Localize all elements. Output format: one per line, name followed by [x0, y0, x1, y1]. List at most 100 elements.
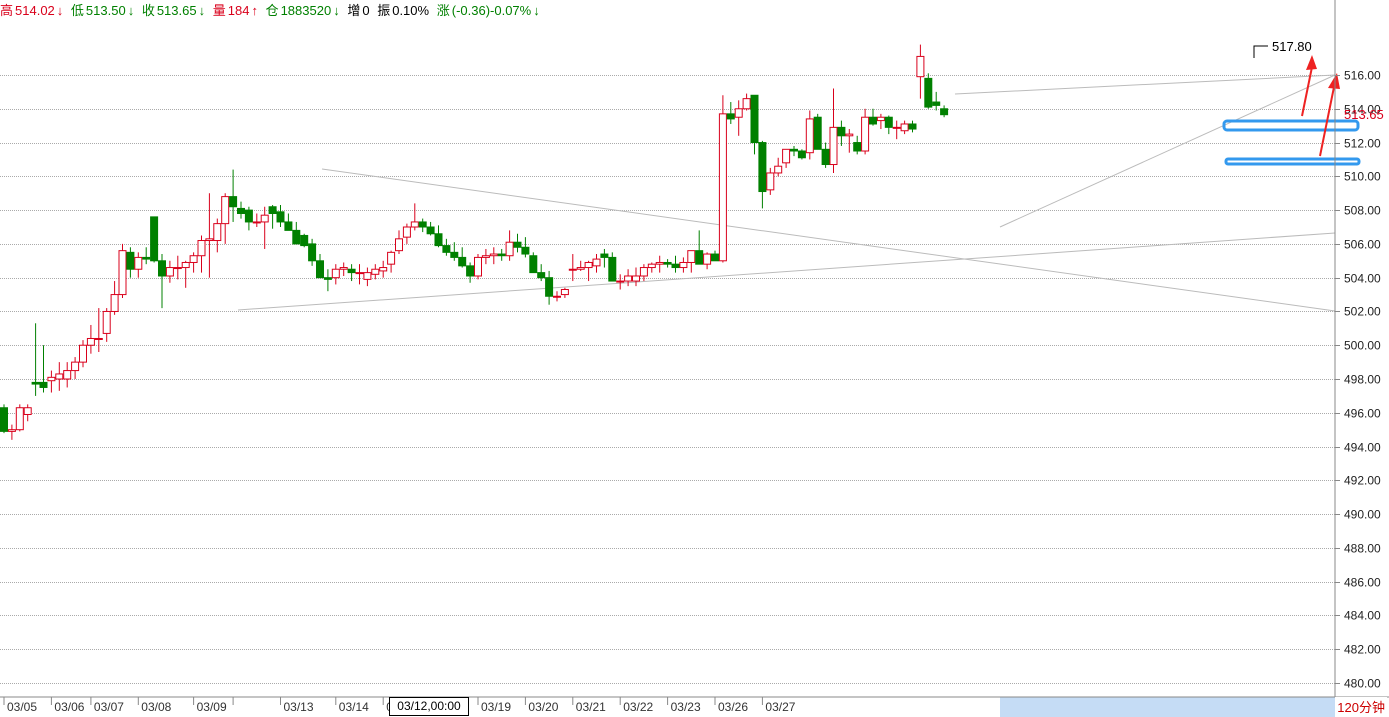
- candle-body: [750, 94, 759, 144]
- candle-body: [576, 267, 585, 270]
- candle: [308, 238, 317, 266]
- candle: [63, 362, 72, 388]
- candle: [845, 129, 854, 153]
- candle-body: [197, 240, 206, 257]
- y-tick-label: 490.00: [1344, 508, 1381, 522]
- candle-body: [347, 268, 356, 274]
- grid-lines: [0, 75, 1335, 684]
- period-label[interactable]: 120分钟: [1335, 697, 1387, 716]
- candle: [118, 243, 127, 298]
- y-tick-label: 482.00: [1344, 643, 1381, 657]
- candle-body: [387, 251, 396, 265]
- candle-body: [450, 251, 459, 258]
- candle-body: [663, 261, 672, 265]
- cursor-date-label: 03/12,00:00: [389, 697, 469, 716]
- candle-body: [395, 238, 403, 252]
- candle: [213, 218, 222, 253]
- close-info: 收 513.65 ↓: [141, 3, 206, 18]
- candle: [600, 248, 609, 268]
- candle: [126, 247, 135, 278]
- candle: [434, 225, 443, 248]
- candle-body: [624, 275, 633, 282]
- candle-body: [150, 216, 159, 262]
- candle-body: [126, 251, 135, 270]
- candle: [244, 206, 253, 231]
- candle-body: [308, 243, 317, 262]
- candle: [679, 257, 688, 273]
- candle-body: [671, 263, 680, 269]
- candle-body: [63, 370, 72, 380]
- candle-body: [505, 241, 514, 257]
- candle: [876, 113, 885, 130]
- date-axis: 03/0503/0603/0703/0803/0903/1303/1403/15…: [0, 696, 1389, 717]
- y-tick-label: 488.00: [1344, 542, 1381, 556]
- candle-body: [916, 55, 925, 78]
- candle: [379, 260, 388, 278]
- candle-body: [813, 116, 822, 150]
- candle: [237, 201, 245, 219]
- candle-body: [165, 267, 174, 277]
- candle-body: [616, 280, 625, 283]
- candle: [742, 93, 751, 111]
- candle-body: [102, 310, 111, 334]
- candle: [758, 140, 767, 209]
- candle: [181, 260, 190, 288]
- candle: [805, 110, 814, 160]
- candle-body: [323, 277, 332, 280]
- candle: [355, 264, 364, 285]
- candle-body: [173, 267, 182, 270]
- candles: [0, 44, 949, 440]
- candle: [695, 230, 704, 265]
- trend-lines: [237, 74, 1336, 312]
- y-tick-label: 508.00: [1344, 204, 1381, 218]
- candle: [442, 238, 451, 256]
- candle: [861, 108, 870, 155]
- x-tick-label: 03/05: [7, 700, 37, 714]
- candle-body: [711, 253, 719, 262]
- x-tick-label: 03/19: [481, 700, 511, 714]
- candle: [529, 252, 538, 274]
- candle: [371, 264, 380, 280]
- candle: [86, 324, 95, 354]
- candle-body: [829, 126, 838, 166]
- candle-body: [442, 245, 451, 253]
- candle-body: [371, 268, 380, 275]
- x-tick-label: 03/14: [339, 700, 369, 714]
- candle-body: [861, 116, 870, 152]
- y-tick-label: 512.00: [1344, 137, 1381, 151]
- peak-annotation: 517.80: [1253, 39, 1312, 58]
- candle-body: [466, 265, 475, 277]
- trend-line: [954, 74, 1336, 95]
- candle: [900, 120, 909, 135]
- candle-body: [940, 108, 949, 116]
- candle: [940, 105, 949, 118]
- candle: [55, 362, 64, 391]
- candle-body: [876, 116, 885, 122]
- candlestick-chart[interactable]: 517.80 480.00 482.00 484.00 486.00 488.00 490…: [0, 0, 1389, 717]
- candle-body: [252, 221, 261, 224]
- candle: [663, 259, 672, 268]
- candle: [142, 247, 151, 265]
- candle: [205, 193, 214, 278]
- candle-body: [521, 246, 530, 255]
- candle: [829, 88, 838, 173]
- candle-body: [639, 267, 648, 277]
- candle: [458, 247, 467, 268]
- candle: [221, 193, 230, 244]
- candle-body: [363, 272, 372, 280]
- candle: [7, 424, 16, 440]
- candle: [624, 269, 633, 287]
- candle: [165, 260, 174, 283]
- candle-body: [647, 263, 656, 269]
- candle-body: [766, 172, 775, 191]
- candle-body: [584, 261, 593, 269]
- y-tick-label: 494.00: [1344, 441, 1381, 455]
- candle: [916, 44, 925, 99]
- candle-body: [513, 241, 522, 248]
- last-price-label: 513.65: [1344, 107, 1384, 122]
- y-tick-label: 510.00: [1344, 170, 1381, 184]
- candle-body: [410, 221, 419, 228]
- candle: [474, 254, 482, 280]
- candle: [837, 120, 846, 146]
- candle: [568, 254, 577, 282]
